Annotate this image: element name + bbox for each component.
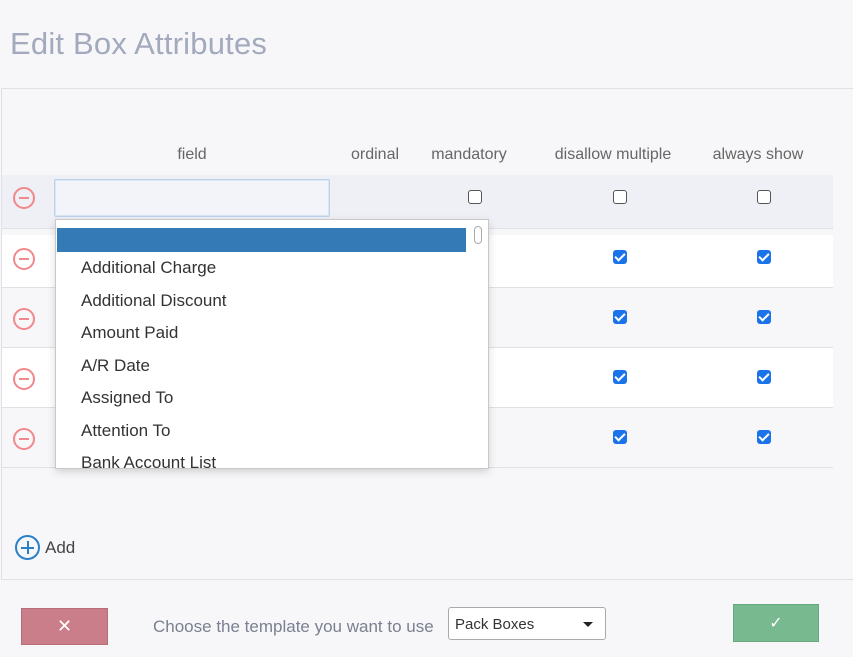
dropdown-option[interactable]: Additional Discount bbox=[81, 291, 227, 311]
dropdown-option[interactable]: Assigned To bbox=[81, 388, 173, 408]
confirm-button[interactable]: ✓ bbox=[733, 604, 819, 642]
remove-row-icon[interactable] bbox=[13, 308, 35, 330]
dropdown-option[interactable]: Additional Charge bbox=[81, 258, 216, 278]
disallow-multiple-checkbox[interactable] bbox=[613, 310, 627, 324]
field-select-input[interactable] bbox=[54, 179, 330, 217]
dropdown-option[interactable]: A/R Date bbox=[81, 356, 150, 376]
always-show-checkbox[interactable] bbox=[757, 310, 771, 324]
disallow-multiple-checkbox[interactable] bbox=[613, 370, 627, 384]
disallow-multiple-checkbox[interactable] bbox=[613, 190, 627, 204]
column-header-mandatory: mandatory bbox=[431, 146, 507, 163]
template-select[interactable]: Pack Boxes bbox=[448, 607, 606, 640]
add-row-button[interactable]: Add bbox=[15, 535, 75, 560]
dropdown-option-selected[interactable] bbox=[57, 228, 466, 252]
always-show-checkbox[interactable] bbox=[757, 430, 771, 444]
plus-circle-icon bbox=[15, 535, 40, 560]
always-show-checkbox[interactable] bbox=[757, 190, 771, 204]
remove-row-icon[interactable] bbox=[13, 428, 35, 450]
remove-row-icon[interactable] bbox=[13, 248, 35, 270]
field-dropdown-list[interactable]: Additional Charge Additional Discount Am… bbox=[55, 219, 489, 469]
column-header-always-show: always show bbox=[712, 146, 804, 163]
column-header-ordinal: ordinal bbox=[350, 146, 400, 163]
caret-down-icon bbox=[583, 622, 593, 627]
always-show-checkbox[interactable] bbox=[757, 370, 771, 384]
dropdown-option[interactable]: Attention To bbox=[81, 421, 170, 441]
dropdown-scrollbar[interactable] bbox=[474, 226, 482, 244]
disallow-multiple-checkbox[interactable] bbox=[613, 250, 627, 264]
dropdown-option[interactable]: Bank Account List bbox=[81, 453, 216, 468]
page-title: Edit Box Attributes bbox=[10, 26, 268, 61]
template-select-value: Pack Boxes bbox=[455, 616, 535, 633]
template-label: Choose the template you want to use bbox=[153, 617, 434, 636]
always-show-checkbox[interactable] bbox=[757, 250, 771, 264]
remove-row-icon[interactable] bbox=[13, 368, 35, 390]
column-header-disallow-multiple: disallow multiple bbox=[554, 146, 672, 163]
remove-row-icon[interactable] bbox=[13, 187, 35, 209]
add-label: Add bbox=[45, 537, 76, 557]
column-header-field: field bbox=[177, 146, 207, 163]
dropdown-option[interactable]: Amount Paid bbox=[81, 323, 178, 343]
mandatory-checkbox[interactable] bbox=[468, 190, 482, 204]
disallow-multiple-checkbox[interactable] bbox=[613, 430, 627, 444]
cancel-button[interactable]: ✕ bbox=[21, 608, 108, 645]
